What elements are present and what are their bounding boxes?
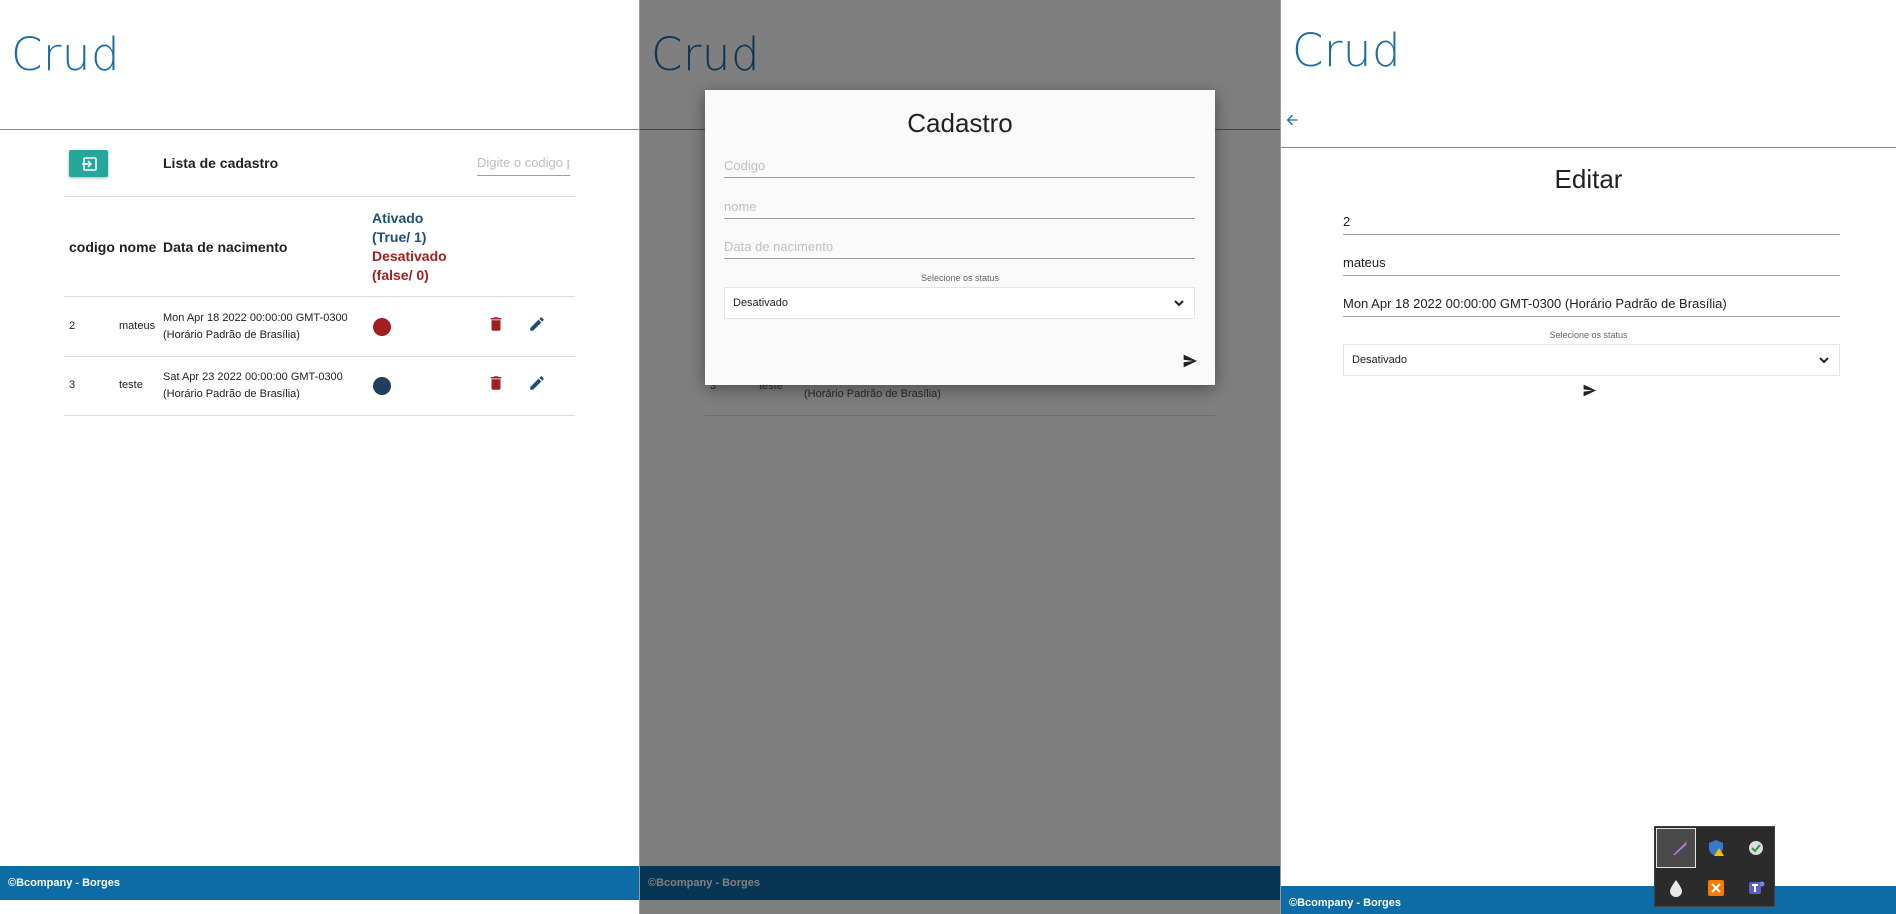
pen-icon[interactable] — [1656, 828, 1696, 868]
col-nome: nome — [119, 239, 157, 255]
edit-page: Crud Editar 2 mateus Mon Apr 18 2022 00:… — [1281, 0, 1896, 914]
status-select[interactable]: Desativado — [724, 287, 1195, 319]
col-status-off: Desativado (false/ 0) — [372, 248, 447, 283]
row-divider — [64, 415, 575, 416]
cell-codigo: 2 — [69, 320, 76, 332]
col-status-on: Ativado (True/ 1) — [372, 210, 427, 245]
brand-logo[interactable]: Crud — [11, 28, 120, 81]
table-top-line — [64, 196, 575, 197]
status-dot-active — [373, 377, 391, 395]
row-divider — [64, 356, 575, 357]
cell-data: Sat Apr 23 2022 00:00:00 GMT-0300 (Horár… — [163, 369, 363, 403]
cell-data-line1: Mon Apr 18 2022 00:00:00 GMT-0300 — [163, 312, 348, 324]
cell-nome: teste — [119, 379, 143, 391]
cell-codigo: 3 — [69, 379, 76, 391]
create-modal-page: Crud 3 teste (Horário Padrão de Brasília… — [640, 0, 1280, 914]
status-select-value: Desativado — [733, 297, 789, 309]
exit-button[interactable] — [69, 150, 108, 177]
status-select-label: Selecione os status — [920, 273, 1000, 283]
list-title: Lista de cadastro — [163, 155, 279, 171]
edit-title: Editar — [1554, 164, 1623, 194]
cell-data-line1: Sat Apr 23 2022 00:00:00 GMT-0300 — [163, 371, 343, 383]
status-select[interactable]: Desativado — [1343, 344, 1840, 376]
col-data: Data de nacimento — [163, 239, 288, 255]
system-tray-popup — [1654, 826, 1775, 907]
arrow-back-icon[interactable] — [1284, 112, 1300, 128]
shield-check-icon[interactable] — [1736, 828, 1776, 868]
edit-icon[interactable] — [528, 315, 546, 333]
delete-icon[interactable] — [487, 315, 505, 333]
footer: ©Bcompany - Borges — [0, 866, 639, 900]
xampp-icon[interactable] — [1696, 868, 1736, 908]
status-select-value: Desativado — [1352, 354, 1408, 366]
chevron-down-icon — [1819, 357, 1829, 364]
table-header-line — [64, 296, 575, 297]
send-icon[interactable] — [1582, 384, 1597, 397]
modal-title: Cadastro — [907, 108, 1013, 138]
delete-icon[interactable] — [487, 374, 505, 392]
header-divider — [1281, 147, 1896, 148]
nome-field[interactable]: mateus — [1343, 251, 1840, 276]
edit-icon[interactable] — [528, 374, 546, 392]
status-select-label: Selecione os status — [1549, 330, 1628, 340]
send-icon[interactable] — [1182, 354, 1198, 368]
shield-warning-icon[interactable] — [1696, 828, 1736, 868]
list-page: Crud Lista de cadastro codigo nome Data … — [0, 0, 639, 914]
footer: ©Bcompany - Borges — [1281, 886, 1896, 914]
exit-icon — [81, 156, 97, 171]
nome-input[interactable] — [724, 194, 1195, 219]
col-status: Ativado (True/ 1) Desativado (false/ 0) — [372, 209, 464, 285]
col-codigo: codigo — [69, 239, 115, 255]
data-nascimento-input[interactable] — [724, 234, 1195, 259]
cell-data-line2: (Horário Padrão de Brasília) — [163, 329, 300, 341]
codigo-input[interactable] — [724, 153, 1195, 178]
create-modal: Cadastro Selecione os status Desativado — [705, 90, 1215, 385]
brand-logo[interactable]: Crud — [1292, 24, 1401, 77]
status-dot-inactive — [373, 318, 391, 336]
teams-icon[interactable] — [1736, 868, 1776, 908]
cell-data-line2: (Horário Padrão de Brasília) — [163, 388, 300, 400]
cell-data: Mon Apr 18 2022 00:00:00 GMT-0300 (Horár… — [163, 310, 363, 344]
header-divider — [0, 129, 639, 130]
water-drop-icon[interactable] — [1656, 868, 1696, 908]
data-nascimento-field[interactable]: Mon Apr 18 2022 00:00:00 GMT-0300 (Horár… — [1343, 292, 1840, 317]
cell-nome: mateus — [119, 320, 156, 332]
search-input[interactable] — [477, 150, 570, 176]
chevron-down-icon — [1174, 300, 1184, 307]
codigo-field[interactable]: 2 — [1343, 210, 1840, 235]
